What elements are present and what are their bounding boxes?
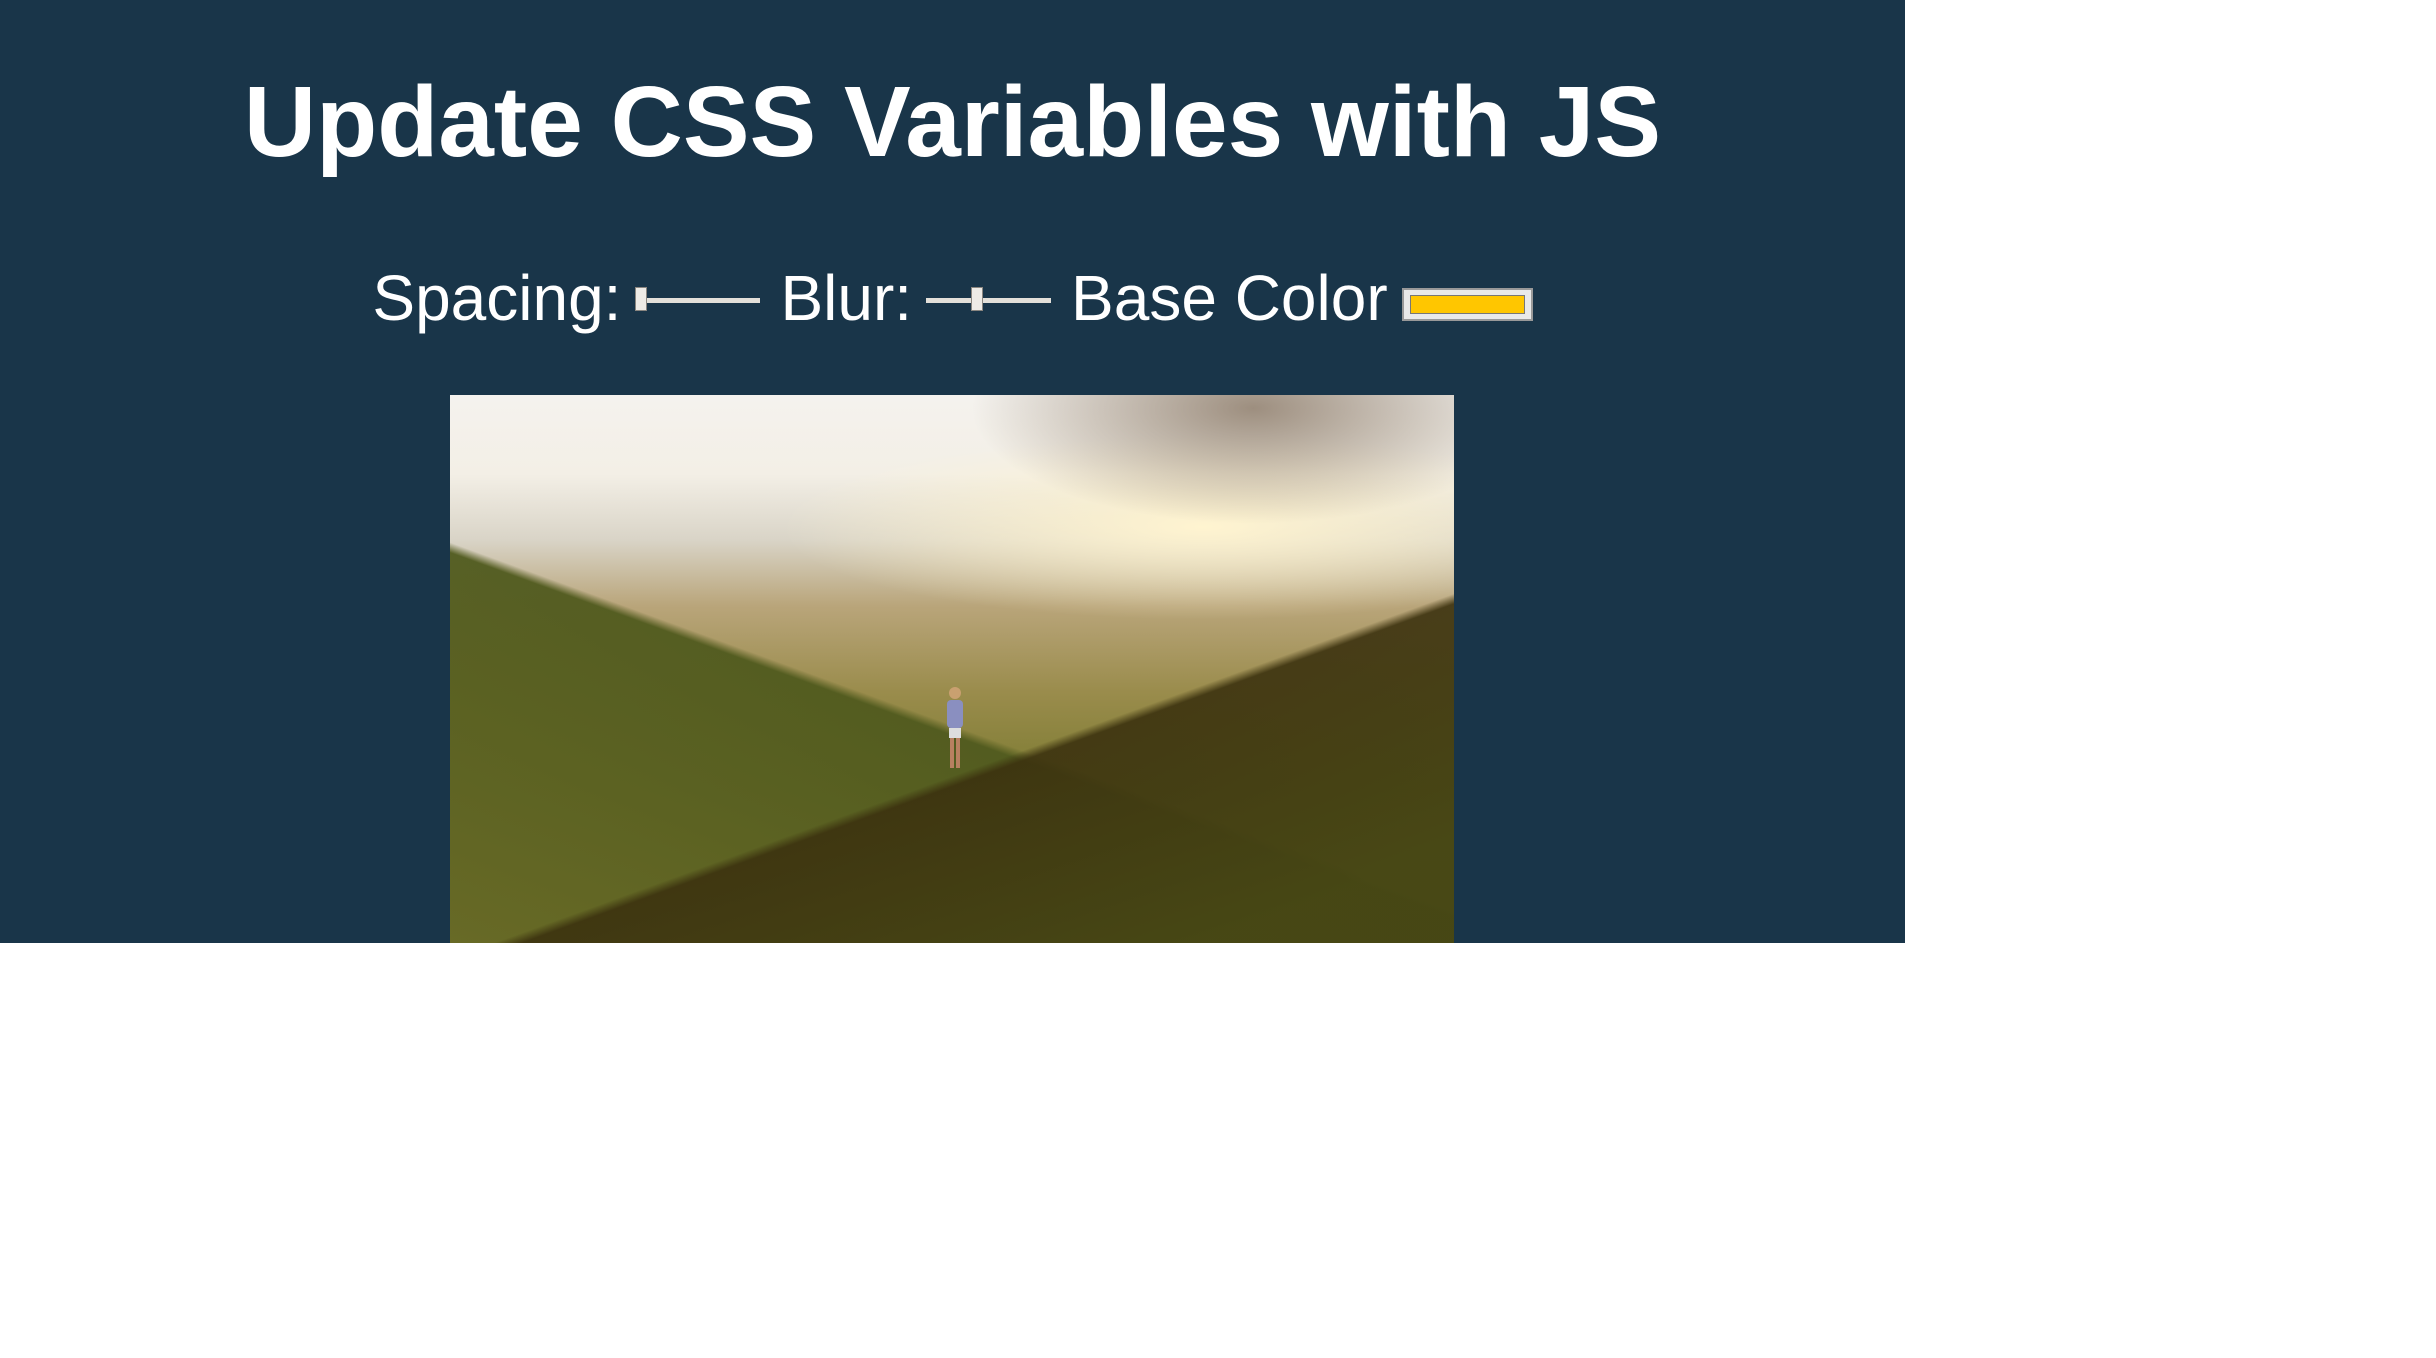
slider-thumb[interactable] xyxy=(971,287,984,311)
slider-thumb[interactable] xyxy=(635,287,648,311)
base-color-picker[interactable] xyxy=(1401,287,1533,321)
base-color-label: Base Color xyxy=(1071,262,1388,334)
slider-track xyxy=(926,298,1052,303)
blur-label: Blur: xyxy=(780,262,913,334)
spacing-label: Spacing: xyxy=(372,262,622,334)
color-swatch xyxy=(1409,294,1525,314)
controls: Spacing: Blur: Base Color xyxy=(0,258,1905,338)
blur-slider[interactable] xyxy=(926,281,1052,321)
slider-track xyxy=(635,298,761,303)
landscape-photo xyxy=(450,395,1454,943)
hiker-figure xyxy=(947,687,963,768)
page-title: Update CSS Variables with JS xyxy=(243,66,1662,178)
page: Update CSS Variables with JS Spacing: Bl… xyxy=(0,0,1905,943)
spacing-slider[interactable] xyxy=(635,281,761,321)
